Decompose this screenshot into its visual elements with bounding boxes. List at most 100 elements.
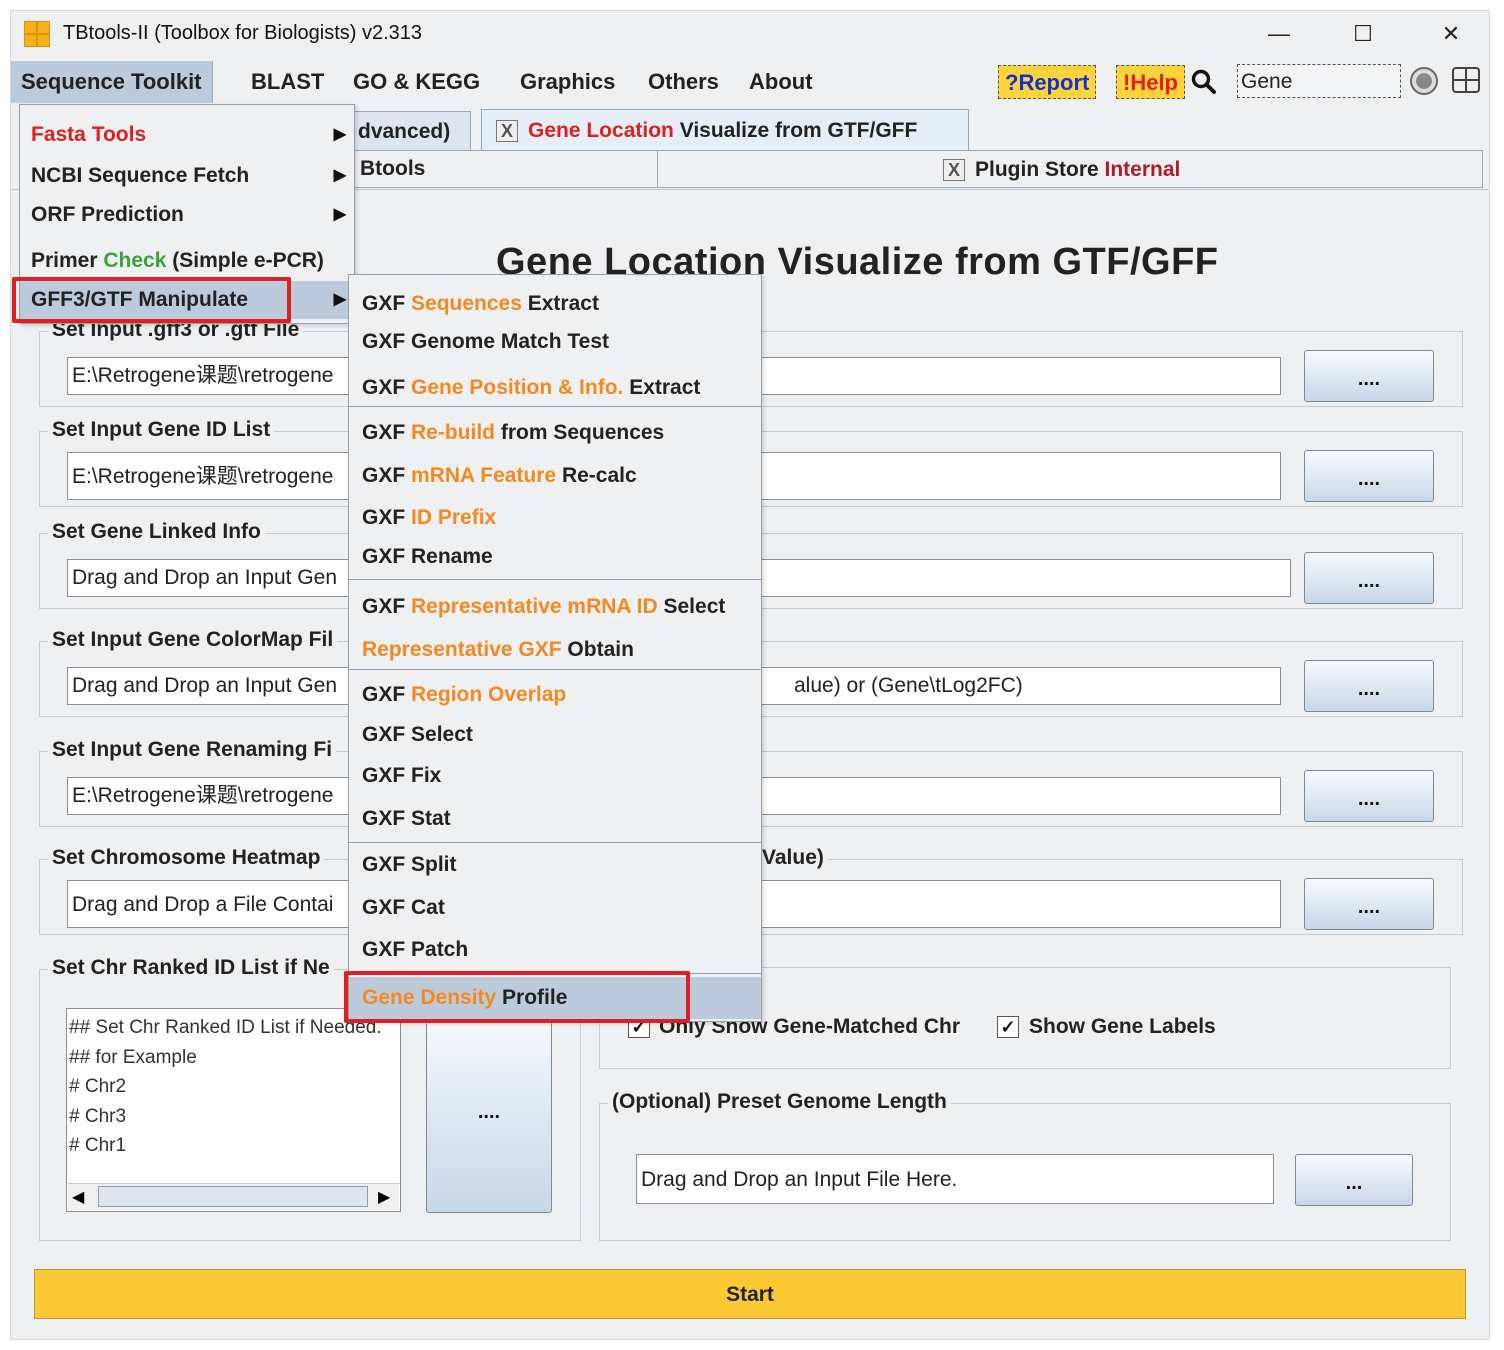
circle-icon[interactable] — [1410, 67, 1438, 95]
menu-separator — [349, 579, 761, 580]
show-labels-checkbox[interactable]: ✓ — [997, 1016, 1019, 1038]
close-button[interactable]: ✕ — [1421, 15, 1481, 53]
scroll-right-icon[interactable]: ▶ — [378, 1187, 390, 1207]
menu-item-label-highlight: Check — [103, 249, 167, 272]
menu-item-fasta-tools[interactable]: Fasta Tools ▶ — [20, 116, 354, 154]
menu-item-label-suffix: Extract — [623, 376, 701, 399]
tab-close-icon[interactable]: X — [943, 159, 965, 182]
submenu-arrow-icon: ▶ — [333, 167, 346, 184]
title-bar: TBtools-II (Toolbox for Biologists) v2.3… — [11, 11, 1489, 57]
menu-item-gxf-split[interactable]: GXF Split — [349, 846, 761, 884]
chr-ranked-browse-button[interactable]: .... — [426, 1009, 552, 1213]
browse-button[interactable]: .... — [1304, 450, 1434, 502]
menu-item-label: GXF — [362, 376, 412, 399]
menu-blast[interactable]: BLAST — [241, 61, 334, 103]
field-label: Set Chr Ranked ID List if Ne — [48, 956, 334, 980]
menu-item-gxf-gene-position[interactable]: GXF Gene Position & Info. Extract — [349, 369, 761, 407]
scroll-left-icon[interactable]: ◀ — [72, 1187, 84, 1207]
horizontal-scrollbar[interactable]: ◀ ▶ — [68, 1183, 399, 1210]
menu-item-label: GXF Fix — [362, 764, 442, 787]
window-title: TBtools-II (Toolbox for Biologists) v2.3… — [63, 22, 423, 44]
tab-label: Plugin Store — [975, 158, 1105, 181]
menu-item-label-suffix: Extract — [521, 292, 599, 315]
show-labels-label: Show Gene Labels — [1029, 1015, 1216, 1038]
menu-item-gxf-select[interactable]: GXF Select — [349, 716, 761, 754]
menu-item-orf-prediction[interactable]: ORF Prediction ▶ — [20, 196, 354, 234]
window-grid-icon[interactable] — [1452, 67, 1480, 93]
tab-tbtools[interactable]: Btools — [351, 150, 659, 188]
menu-item-gxf-rebuild[interactable]: GXF Re-build from Sequences — [349, 414, 761, 452]
menu-separator — [349, 406, 761, 407]
menu-item-label-highlight: Region Overlap — [411, 683, 567, 706]
search-icon[interactable] — [1191, 69, 1217, 95]
search-input[interactable]: Gene — [1237, 64, 1401, 98]
browse-button[interactable]: .... — [1304, 660, 1434, 712]
minimize-button[interactable]: — — [1249, 15, 1309, 53]
menu-item-label-highlight: Representative mRNA ID — [411, 595, 658, 618]
menu-item-gxf-mrna-feature[interactable]: GXF mRNA Feature Re-calc — [349, 457, 761, 495]
menu-item-gxf-rename[interactable]: GXF Rename — [349, 538, 761, 576]
highlight-box — [344, 971, 690, 1023]
menu-item-label: GXF — [362, 292, 412, 315]
menu-item-label: GXF — [362, 421, 412, 444]
menu-item-gxf-genome-match[interactable]: GXF Genome Match Test — [349, 323, 761, 361]
menu-item-gxf-id-prefix[interactable]: GXF ID Prefix — [349, 499, 761, 537]
browse-button[interactable]: .... — [1304, 878, 1434, 930]
menu-item-gxf-sequences-extract[interactable]: GXF Sequences Extract — [349, 285, 761, 323]
menu-item-gxf-cat[interactable]: GXF Cat — [349, 889, 761, 927]
textarea-line: # Chr1 — [69, 1135, 127, 1157]
field-label: Set Gene Linked Info — [48, 520, 265, 544]
textarea-line: ## for Example — [69, 1046, 197, 1068]
menu-sequence-toolkit[interactable]: Sequence Toolkit — [11, 61, 213, 103]
menu-item-label: GXF — [362, 464, 412, 487]
field-label-suffix: Value) — [758, 846, 828, 870]
help-button[interactable]: !Help — [1116, 65, 1185, 99]
menu-item-label-suffix: (Simple e-PCR) — [166, 249, 324, 272]
browse-button[interactable]: .... — [1304, 552, 1434, 604]
submenu-arrow-icon: ▶ — [333, 291, 346, 308]
menu-item-label-highlight: mRNA Feature — [411, 464, 557, 487]
menu-item-label-suffix: Re-calc — [556, 464, 637, 487]
menu-item-representative-gxf-obtain[interactable]: Representative GXF Obtain — [349, 631, 761, 669]
menu-item-label: GXF Stat — [362, 807, 451, 830]
tab-advanced[interactable]: dvanced) — [351, 111, 471, 151]
report-button[interactable]: ?Report — [998, 65, 1097, 99]
preset-browse-button[interactable]: ... — [1295, 1154, 1413, 1206]
tab-gene-location[interactable]: X Gene Location Visualize from GTF/GFF — [481, 109, 969, 151]
menu-go-kegg[interactable]: GO & KEGG — [343, 61, 490, 103]
menu-others[interactable]: Others — [638, 61, 729, 103]
menu-item-gxf-patch[interactable]: GXF Patch — [349, 931, 761, 969]
tab-close-icon[interactable]: X — [496, 120, 518, 143]
menu-about[interactable]: About — [739, 61, 823, 103]
menu-item-label: GXF — [362, 683, 412, 706]
tab-plugin-store[interactable]: X Plugin Store Internal — [657, 150, 1483, 188]
menu-item-gxf-stat[interactable]: GXF Stat — [349, 800, 761, 838]
browse-button[interactable]: .... — [1304, 350, 1434, 402]
tab-label-highlight: Internal — [1104, 158, 1181, 181]
chr-ranked-textarea[interactable]: ## Set Chr Ranked ID List if Needed. ## … — [66, 1008, 401, 1212]
menu-item-gxf-fix[interactable]: GXF Fix — [349, 757, 761, 795]
menu-item-label-highlight: Sequences — [411, 292, 522, 315]
scroll-thumb[interactable] — [98, 1186, 368, 1207]
menu-item-label: GXF Genome Match Test — [362, 330, 609, 353]
highlight-box — [12, 277, 291, 323]
gff-manipulate-submenu: GXF Sequences Extract GXF Genome Match T… — [348, 274, 762, 1022]
menu-item-label: GXF — [362, 595, 412, 618]
menu-graphics[interactable]: Graphics — [510, 61, 625, 103]
submenu-arrow-icon: ▶ — [333, 126, 346, 143]
menu-item-label-suffix: Obtain — [561, 638, 634, 661]
browse-button[interactable]: .... — [1304, 770, 1434, 822]
maximize-button[interactable]: ☐ — [1333, 15, 1393, 53]
menu-item-label: GXF Select — [362, 723, 473, 746]
preset-genome-input[interactable]: Drag and Drop an Input File Here. — [636, 1154, 1274, 1204]
app-window: TBtools-II (Toolbox for Biologists) v2.3… — [10, 10, 1490, 1340]
menu-item-label: GXF — [362, 506, 412, 529]
menu-item-primer-check[interactable]: Primer Check (Simple e-PCR) — [20, 242, 354, 280]
menu-item-gxf-region-overlap[interactable]: GXF Region Overlap — [349, 676, 761, 714]
menu-item-label-highlight: Representative GXF — [362, 638, 562, 661]
menu-item-label-suffix: Select — [657, 595, 726, 618]
menu-item-gxf-representative-select[interactable]: GXF Representative mRNA ID Select — [349, 588, 761, 626]
menu-item-label: GXF Cat — [362, 896, 445, 919]
start-button[interactable]: Start — [34, 1269, 1466, 1319]
menu-item-ncbi-fetch[interactable]: NCBI Sequence Fetch ▶ — [20, 157, 354, 195]
